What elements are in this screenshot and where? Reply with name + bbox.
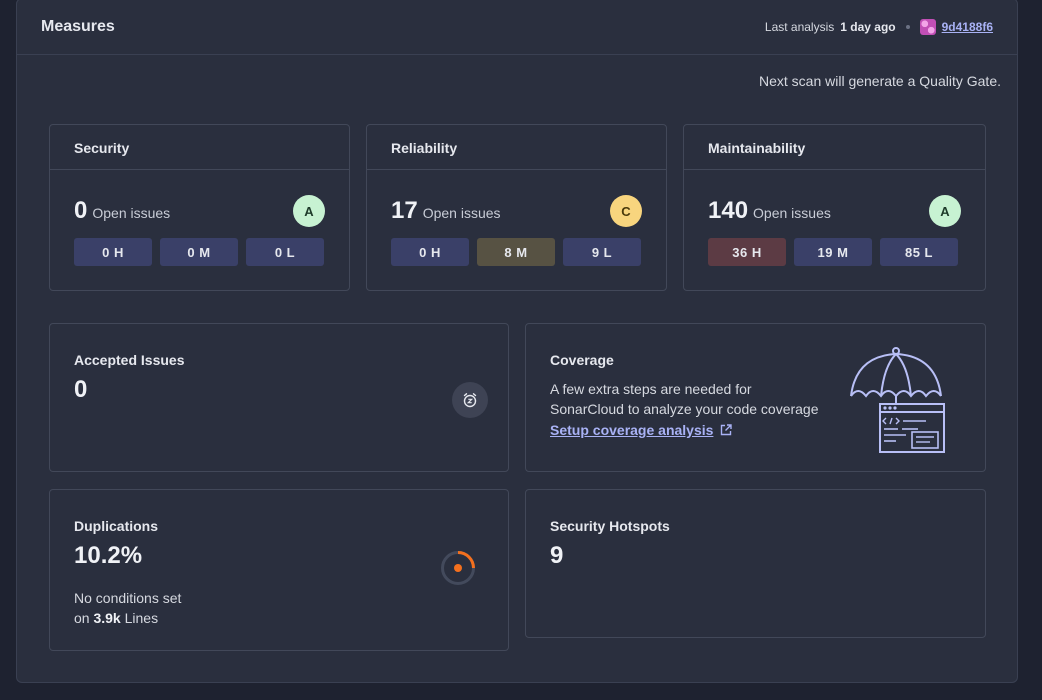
reliability-count[interactable]: 17	[391, 197, 418, 225]
security-count[interactable]: 0	[74, 197, 87, 225]
coverage-title: Coverage	[550, 352, 614, 368]
open-issues-label: Open issues	[753, 205, 831, 221]
accepted-issues-card: Accepted Issues 0	[49, 323, 509, 472]
open-issues-label: Open issues	[92, 205, 171, 221]
maintainability-count[interactable]: 140	[708, 197, 748, 225]
maintainability-low-button[interactable]: 85 L	[880, 238, 958, 266]
reliability-grade-badge[interactable]: C	[610, 195, 642, 227]
maintainability-grade-badge[interactable]: A	[929, 195, 961, 227]
security-grade-badge[interactable]: A	[293, 195, 325, 227]
separator-dot	[905, 25, 910, 29]
security-open-issues[interactable]: 0 Open issues	[74, 197, 170, 225]
commit-link[interactable]: 9d4188f6	[942, 20, 993, 34]
commit-avatar	[919, 19, 936, 35]
security-low-button[interactable]: 0 L	[246, 238, 324, 266]
coverage-line-1: A few extra steps are needed for	[550, 381, 752, 397]
duplications-note-line-2: on 3.9k Lines	[74, 608, 181, 628]
duplications-lines-count: 3.9k	[93, 610, 121, 626]
accepted-issues-value[interactable]: 0	[74, 376, 87, 404]
duplications-donut-icon	[441, 551, 475, 585]
duplications-note-prefix: on	[74, 610, 90, 626]
reliability-medium-button[interactable]: 8 M	[477, 238, 555, 266]
last-analysis-label: Last analysis	[764, 20, 835, 34]
reliability-card-title: Reliability	[367, 125, 666, 170]
duplications-note: No conditions set on 3.9k Lines	[74, 588, 181, 628]
last-analysis-info: Last analysis 1 day ago 9d4188f6	[765, 19, 993, 35]
duplications-note-suffix: Lines	[124, 610, 159, 626]
coverage-line-2: SonarCloud to analyze your code coverage	[550, 401, 819, 417]
setup-coverage-link[interactable]: Setup coverage analysis	[550, 422, 733, 438]
reliability-card: Reliability 17 Open issues C 0 H 8 M 9 L	[366, 124, 667, 291]
maintainability-card: Maintainability 140 Open issues A 36 H 1…	[683, 124, 986, 291]
maintainability-medium-button[interactable]: 19 M	[794, 238, 872, 266]
security-hotspots-title: Security Hotspots	[550, 518, 670, 534]
maintainability-open-issues[interactable]: 140 Open issues	[708, 197, 831, 225]
setup-coverage-link-label: Setup coverage analysis	[550, 422, 714, 438]
duplications-title: Duplications	[74, 518, 159, 534]
duplications-card: Duplications 10.2% No conditions set on …	[49, 489, 509, 651]
maintainability-high-button[interactable]: 36 H	[708, 238, 786, 266]
duplications-note-line-1: No conditions set	[74, 590, 182, 606]
security-medium-button[interactable]: 0 M	[160, 238, 238, 266]
open-issues-label: Open issues	[422, 205, 501, 221]
security-hotspots-value[interactable]: 9	[550, 542, 563, 570]
page-title: Measures	[41, 18, 115, 35]
security-severity-row: 0 H 0 M 0 L	[74, 238, 324, 266]
snooze-clock-icon	[452, 382, 488, 418]
security-card: Security 0 Open issues A 0 H 0 M 0 L	[49, 124, 350, 291]
umbrella-illustration-icon	[850, 347, 945, 453]
duplications-value[interactable]: 10.2%	[74, 542, 142, 570]
reliability-open-issues[interactable]: 17 Open issues	[391, 197, 501, 225]
security-high-button[interactable]: 0 H	[74, 238, 152, 266]
reliability-severity-row: 0 H 8 M 9 L	[391, 238, 641, 266]
coverage-card: Coverage A few extra steps are needed fo…	[525, 323, 986, 472]
coverage-description: A few extra steps are needed for SonarCl…	[550, 379, 819, 419]
security-hotspots-card: Security Hotspots 9	[525, 489, 986, 638]
security-card-title: Security	[50, 125, 349, 170]
maintainability-severity-row: 36 H 19 M 85 L	[708, 238, 958, 266]
measures-panel: Measures Last analysis 1 day ago 9d4188f…	[16, 0, 1018, 683]
last-analysis-value: 1 day ago	[840, 20, 896, 34]
reliability-high-button[interactable]: 0 H	[391, 238, 469, 266]
maintainability-card-title: Maintainability	[684, 125, 985, 170]
quality-gate-note: Next scan will generate a Quality Gate.	[758, 73, 1001, 89]
reliability-low-button[interactable]: 9 L	[563, 238, 641, 266]
panel-header: Measures Last analysis 1 day ago 9d4188f…	[17, 0, 1017, 55]
external-link-icon	[721, 424, 733, 436]
accepted-issues-title: Accepted Issues	[74, 352, 185, 368]
